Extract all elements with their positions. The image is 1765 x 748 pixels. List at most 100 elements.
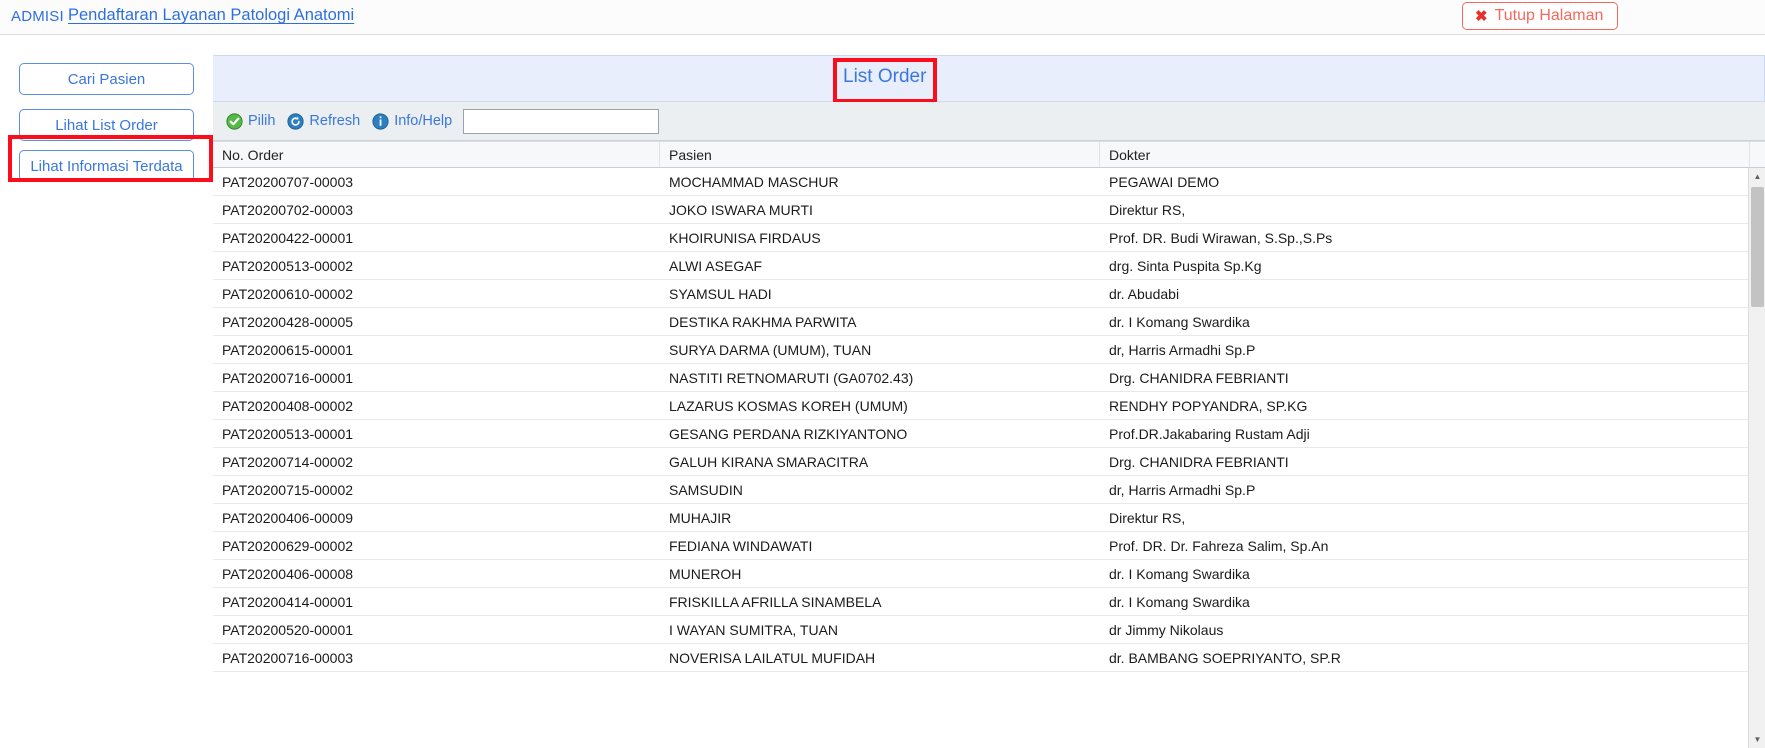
- module-name: ADMISI: [11, 8, 64, 25]
- table-row[interactable]: PAT20200715-00002 SAMSUDIN dr, Harris Arma…: [213, 476, 1765, 504]
- table-cell-dokter: Direktur RS,: [1109, 201, 1186, 218]
- scroll-down-arrow-icon[interactable]: ▼: [1749, 731, 1765, 748]
- table-row[interactable]: PAT20200406-00009 MUHAJIR Direktur RS,: [213, 504, 1765, 532]
- table-cell-dokter: Direktur RS,: [1109, 509, 1186, 526]
- table-cell-dokter: dr, Harris Armadhi Sp.P: [1109, 481, 1256, 498]
- table-cell-dokter: Prof.DR.Jakabaring Rustam Adji: [1109, 425, 1310, 442]
- table-cell-dokter: drg. Sinta Puspita Sp.Kg: [1109, 257, 1262, 274]
- toolbar: Pilih Refresh Info/Help: [213, 102, 1765, 141]
- sidebar-button-label: Cari Pasien: [67, 70, 146, 88]
- close-x-icon: ✖: [1475, 7, 1488, 25]
- table-row[interactable]: PAT20200702-00003 JOKO ISWARA MURTI Direkt…: [213, 196, 1765, 224]
- table-cell-no-order: PAT20200513-00002: [222, 257, 354, 274]
- table-cell-pasien: FEDIANA WINDAWATI: [669, 537, 813, 554]
- toolbar-label-pilih: Pilih: [248, 113, 276, 129]
- table-row[interactable]: PAT20200513-00001 GESANG PERDANA RIZKIYAN…: [213, 420, 1765, 448]
- table-cell-dokter: PEGAWAI DEMO: [1109, 173, 1220, 190]
- column-header-no-order[interactable]: No. Order: [213, 142, 660, 167]
- table-cell-dokter: Prof. DR. Budi Wirawan, S.Sp.,S.Ps: [1109, 229, 1333, 246]
- table-row[interactable]: PAT20200406-00008 MUNEROH dr. I Komang Swa…: [213, 560, 1765, 588]
- table-row[interactable]: PAT20200408-00002 LAZARUS KOSMAS KOREH (U…: [213, 392, 1765, 420]
- check-circle-icon: [226, 112, 243, 130]
- sidebar-button-cari-pasien[interactable]: Cari Pasien: [19, 63, 194, 95]
- refresh-circle-icon: [287, 112, 304, 130]
- table-cell-dokter: dr. I Komang Swardika: [1109, 593, 1250, 610]
- table-cell-pasien: ALWI ASEGAF: [669, 257, 763, 274]
- table-cell-pasien: SURYA DARMA (UMUM), TUAN: [669, 341, 872, 358]
- table-cell-pasien: SAMSUDIN: [669, 481, 743, 498]
- table-row[interactable]: PAT20200615-00001 SURYA DARMA (UMUM), TUA…: [213, 336, 1765, 364]
- table-cell-no-order: PAT20200428-00005: [222, 313, 354, 330]
- table-cell-dokter: Drg. CHANIDRA FEBRIANTI: [1109, 453, 1289, 470]
- table-cell-no-order: PAT20200707-00003: [222, 173, 354, 190]
- table-cell-pasien: MOCHAMMAD MASCHUR: [669, 173, 839, 190]
- table-row[interactable]: PAT20200428-00005 DESTIKA RAKHMA PARWITA d…: [213, 308, 1765, 336]
- sidebar-button-lihat-informasi-terdata[interactable]: Lihat Informasi Terdata: [19, 150, 194, 182]
- table-row[interactable]: PAT20200520-00001 I WAYAN SUMITRA, TUAN dr…: [213, 616, 1765, 644]
- table-cell-no-order: PAT20200716-00001: [222, 369, 354, 386]
- table-cell-pasien: MUHAJIR: [669, 509, 732, 526]
- table-cell-pasien: NOVERISA LAILATUL MUFIDAH: [669, 649, 876, 666]
- table-cell-pasien: NASTITI RETNOMARUTI (GA0702.43): [669, 369, 914, 386]
- table-cell-pasien: I WAYAN SUMITRA, TUAN: [669, 621, 839, 638]
- table-cell-no-order: PAT20200406-00008: [222, 565, 354, 582]
- table-cell-no-order: PAT20200615-00001: [222, 341, 354, 358]
- table-cell-pasien: FRISKILLA AFRILLA SINAMBELA: [669, 593, 882, 610]
- table-cell-no-order: PAT20200422-00001: [222, 229, 354, 246]
- table-cell-no-order: PAT20200408-00002: [222, 397, 354, 414]
- table-row[interactable]: PAT20200610-00002 SYAMSUL HADI dr. Abudabi: [213, 280, 1765, 308]
- table-row[interactable]: PAT20200629-00002 FEDIANA WINDAWATI Prof. …: [213, 532, 1765, 560]
- table-row[interactable]: PAT20200414-00001 FRISKILLA AFRILLA SINAM…: [213, 588, 1765, 616]
- table-cell-no-order: PAT20200610-00002: [222, 285, 354, 302]
- table-cell-pasien: SYAMSUL HADI: [669, 285, 772, 302]
- table-cell-dokter: Drg. CHANIDRA FEBRIANTI: [1109, 369, 1289, 386]
- sidebar-button-label: Lihat List Order: [55, 116, 158, 134]
- table-cell-dokter: dr, Harris Armadhi Sp.P: [1109, 341, 1256, 358]
- table-row[interactable]: PAT20200716-00003 NOVERISA LAILATUL MUFID…: [213, 644, 1765, 672]
- column-header-pasien[interactable]: Pasien: [660, 142, 1100, 167]
- panel-title: List Order: [843, 66, 927, 87]
- table-cell-pasien: GESANG PERDANA RIZKIYANTONO: [669, 425, 908, 442]
- page-title-link[interactable]: Pendaftaran Layanan Patologi Anatomi: [68, 6, 354, 25]
- toolbar-button-refresh[interactable]: Refresh: [287, 112, 361, 130]
- toolbar-button-info-help[interactable]: Info/Help: [372, 112, 453, 130]
- table-cell-no-order: PAT20200715-00002: [222, 481, 354, 498]
- sidebar: Cari Pasien Lihat List Order Lihat Infor…: [0, 35, 213, 748]
- table-row[interactable]: PAT20200513-00002 ALWI ASEGAF drg. Sinta P…: [213, 252, 1765, 280]
- table-cell-dokter: dr. Abudabi: [1109, 285, 1180, 302]
- table-cell-pasien: MUNEROH: [669, 565, 742, 582]
- table-cell-dokter: dr. BAMBANG SOEPRIYANTO, SP.R: [1109, 649, 1341, 666]
- table-body: PAT20200707-00003 MOCHAMMAD MASCHUR PEGAWA…: [213, 168, 1765, 748]
- close-page-button[interactable]: ✖ Tutup Halaman: [1462, 2, 1619, 30]
- panel-title-band: [213, 55, 1765, 102]
- table-row[interactable]: PAT20200707-00003 MOCHAMMAD MASCHUR PEGAWA…: [213, 168, 1765, 196]
- close-page-label: Tutup Halaman: [1494, 7, 1604, 24]
- order-table: No. Order Pasien Dokter PAT20200707-0000…: [213, 141, 1765, 748]
- table-row[interactable]: PAT20200716-00001 NASTITI RETNOMARUTI (GA…: [213, 364, 1765, 392]
- info-circle-icon: [372, 112, 389, 130]
- table-cell-pasien: LAZARUS KOSMAS KOREH (UMUM): [669, 397, 908, 414]
- scroll-up-arrow-icon[interactable]: ▲: [1749, 168, 1765, 185]
- toolbar-button-pilih[interactable]: Pilih: [226, 112, 276, 130]
- table-cell-no-order: PAT20200406-00009: [222, 509, 354, 526]
- column-header-dokter[interactable]: Dokter: [1100, 142, 1750, 167]
- table-row[interactable]: PAT20200422-00001 KHOIRUNISA FIRDAUS Prof.…: [213, 224, 1765, 252]
- table-cell-no-order: PAT20200714-00002: [222, 453, 354, 470]
- table-cell-dokter: dr. I Komang Swardika: [1109, 565, 1250, 582]
- table-vertical-scrollbar[interactable]: ▲ ▼: [1748, 168, 1765, 748]
- scrollbar-thumb[interactable]: [1751, 187, 1764, 307]
- table-cell-dokter: dr Jimmy Nikolaus: [1109, 621, 1224, 638]
- sidebar-button-label: Lihat Informasi Terdata: [30, 157, 183, 175]
- toolbar-label-info-help: Info/Help: [394, 113, 453, 129]
- search-input[interactable]: [463, 108, 660, 134]
- toolbar-label-refresh: Refresh: [309, 113, 361, 129]
- table-cell-dokter: dr. I Komang Swardika: [1109, 313, 1250, 330]
- table-cell-pasien: DESTIKA RAKHMA PARWITA: [669, 313, 857, 330]
- table-cell-no-order: PAT20200414-00001: [222, 593, 354, 610]
- table-cell-no-order: PAT20200716-00003: [222, 649, 354, 666]
- table-header-row: No. Order Pasien Dokter: [213, 141, 1765, 168]
- sidebar-button-lihat-list-order[interactable]: Lihat List Order: [19, 109, 194, 141]
- table-cell-pasien: KHOIRUNISA FIRDAUS: [669, 229, 821, 246]
- table-cell-no-order: PAT20200629-00002: [222, 537, 354, 554]
- table-row[interactable]: PAT20200714-00002 GALUH KIRANA SMARACITRA…: [213, 448, 1765, 476]
